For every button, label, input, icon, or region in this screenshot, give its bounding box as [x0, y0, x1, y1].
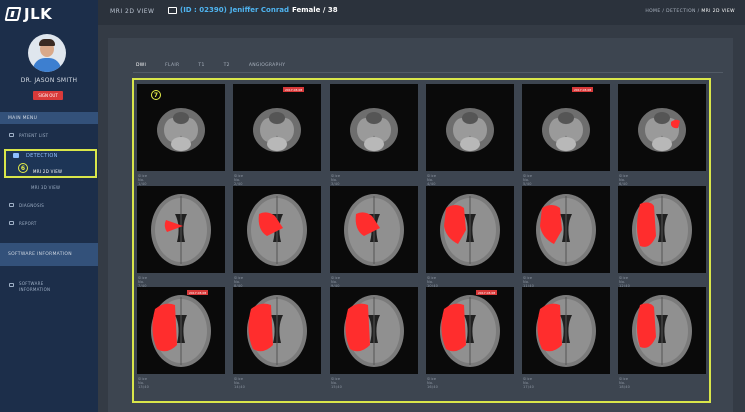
sidebar-item-diagnosis[interactable]: DIAGNOSIS — [0, 199, 98, 211]
patient-info: (ID : 02390) Jeniffer Conrad Female / 38 — [168, 6, 338, 14]
sidebar-item-software-info[interactable]: SOFTWARE INFORMATION — [0, 281, 98, 297]
jlk-logo-icon — [4, 7, 22, 21]
diagnosis-icon — [9, 203, 14, 207]
sidebar-item-label: REPORT — [19, 220, 37, 226]
breadcrumb-detection[interactable]: DETECTION — [666, 9, 696, 14]
sidebar-item-label: DIAGNOSIS — [19, 202, 45, 208]
software-info-icon — [9, 283, 14, 287]
sidebar-item-mri-3d-view[interactable]: MRI 3D VIEW — [31, 185, 60, 190]
breadcrumb: HOME / DETECTION / MRI 2D VIEW — [645, 9, 735, 14]
tab-flair[interactable]: FLAIR — [162, 58, 182, 72]
logo-text: JLK — [24, 5, 53, 23]
report-icon — [9, 221, 14, 225]
patient-name: Jeniffer Conrad — [229, 6, 290, 14]
id-card-icon — [168, 6, 177, 14]
patient-id: (ID : 02390) — [180, 6, 227, 14]
sidebar-item-mri-2d-view[interactable]: MRI 2D VIEW — [33, 169, 62, 174]
detection-icon — [13, 153, 19, 158]
sidebar-item-report[interactable]: REPORT — [0, 217, 98, 229]
step-badge-6: 6 — [18, 163, 28, 173]
step-badge-7: 7 — [151, 90, 161, 100]
patient-list-icon — [9, 133, 14, 137]
tab-divider — [133, 72, 723, 73]
patient-demographics: Female / 38 — [292, 6, 338, 14]
software-info-header: SOFTWARE INFORMATION — [0, 243, 98, 266]
tab-dwi[interactable]: DWI — [133, 58, 150, 73]
view-title: MRI 2D VIEW — [110, 8, 155, 15]
tab-angiography[interactable]: ANGIOGRAPHY — [246, 58, 288, 72]
user-name: DR. JASON SMITH — [20, 77, 78, 84]
breadcrumb-current: MRI 2D VIEW — [701, 9, 735, 14]
sequence-tabs: DWI FLAIR T1 T2 ANGIOGRAPHY — [133, 58, 301, 73]
main-menu-header: MAIN MENU — [0, 112, 98, 124]
sign-out-button[interactable]: SIGN OUT — [33, 91, 63, 100]
slice-grid-highlight — [132, 78, 711, 403]
software-info-header-label: SOFTWARE INFORMATION — [8, 251, 72, 257]
sidebar-item-detection[interactable]: DETECTION — [26, 153, 58, 159]
tab-t2[interactable]: T2 — [221, 58, 233, 72]
sidebar-item-patient-list[interactable]: PATIENT LIST — [0, 129, 98, 141]
tab-t1[interactable]: T1 — [195, 58, 207, 72]
avatar — [28, 34, 66, 72]
sidebar-item-label: PATIENT LIST — [19, 132, 49, 138]
breadcrumb-home[interactable]: HOME — [645, 9, 660, 14]
sidebar-item-label: SOFTWARE INFORMATION — [19, 281, 51, 292]
app-logo[interactable]: JLK — [4, 5, 92, 23]
